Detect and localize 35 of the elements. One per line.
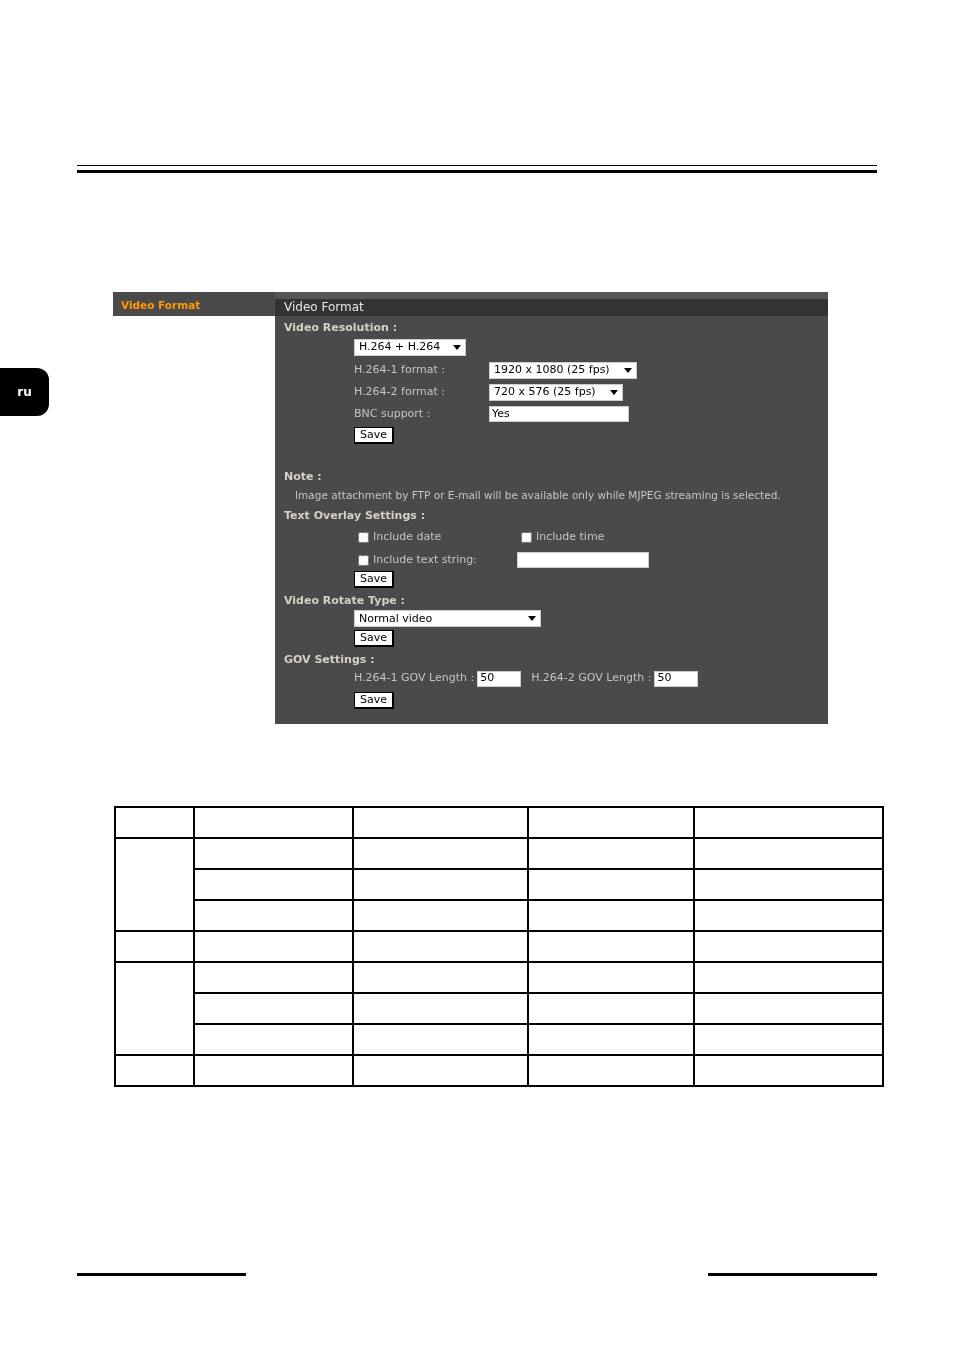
checkbox[interactable] xyxy=(358,554,369,566)
field-label: BNC support : xyxy=(354,406,432,422)
dropdown[interactable]: 1920 x 1080 (25 fps) xyxy=(489,362,637,379)
dropdown[interactable]: 720 x 576 (25 fps) xyxy=(489,384,623,401)
section-heading: Video Rotate Type : xyxy=(283,594,406,609)
save-button[interactable]: Save xyxy=(354,426,394,444)
text-field[interactable] xyxy=(517,552,649,568)
checkbox-label: Include date xyxy=(373,529,442,546)
text-field[interactable]: 50 xyxy=(477,670,522,687)
caret-icon xyxy=(453,345,461,350)
text-field[interactable]: Yes xyxy=(489,406,629,423)
sidebar-item[interactable]: Video Format xyxy=(113,292,275,316)
caret-icon xyxy=(610,390,618,395)
dropdown[interactable]: H.264 + H.264 xyxy=(354,339,466,356)
checkbox[interactable] xyxy=(521,532,532,543)
caret-icon xyxy=(528,616,536,622)
caret-icon xyxy=(624,368,632,373)
text-field[interactable]: 50 xyxy=(654,670,699,687)
dropdown[interactable]: Normal video xyxy=(354,610,541,628)
note-heading: Note : xyxy=(283,469,323,484)
panel-title: Video Format xyxy=(275,299,828,316)
checkbox[interactable] xyxy=(358,532,369,543)
section-heading: Video Resolution : xyxy=(283,321,399,335)
checkbox-label: Include text string: xyxy=(373,551,478,568)
save-button[interactable]: Save xyxy=(354,630,394,648)
field-label: H.264-1 GOV Length : xyxy=(354,670,475,687)
save-button[interactable]: Save xyxy=(354,571,394,589)
field-label: H.264-2 format : xyxy=(354,384,446,401)
field-label: H.264-1 format : xyxy=(354,362,446,379)
note-text: Image attachment by FTP or E-mail will be available only while MJPEG streaming is selected. xyxy=(294,487,782,503)
checkbox-label: Include time xyxy=(536,529,605,546)
field-label: H.264-2 GOV Length : xyxy=(531,670,652,687)
section-heading: GOV Settings : xyxy=(283,653,376,668)
section-heading: Text Overlay Settings : xyxy=(283,509,427,524)
save-button[interactable]: Save xyxy=(354,691,394,709)
